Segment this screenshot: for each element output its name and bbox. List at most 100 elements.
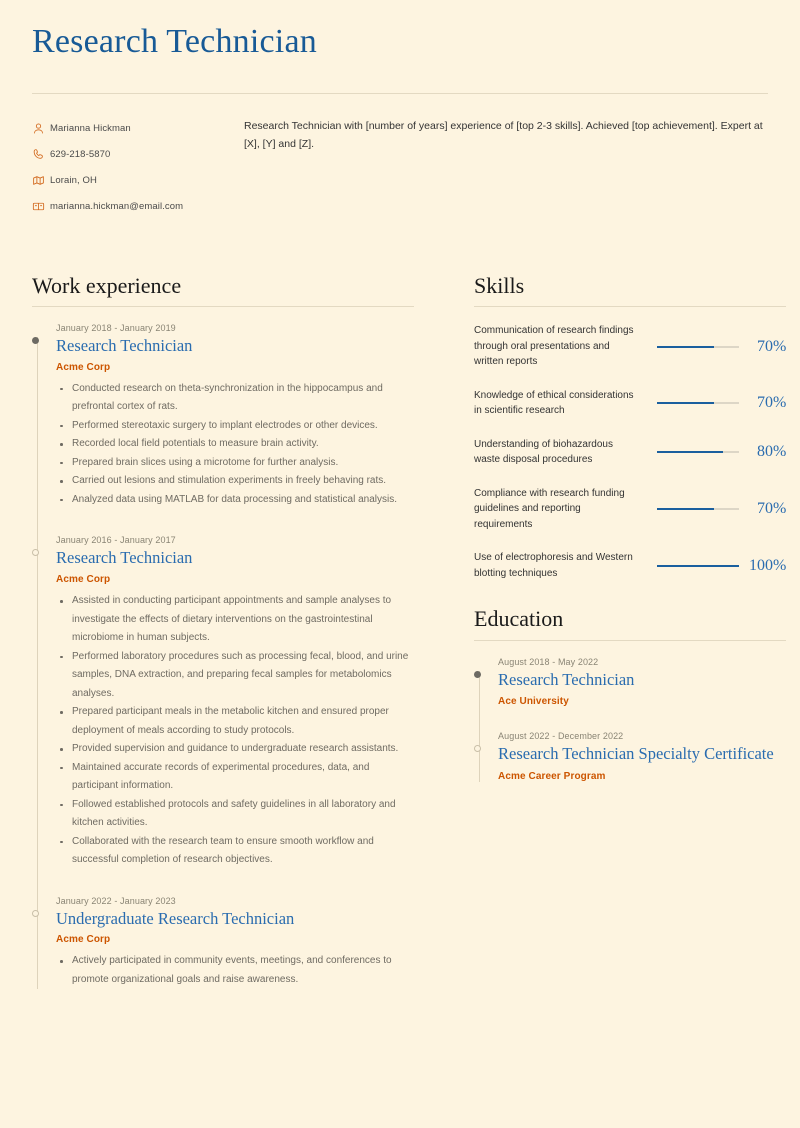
bullet-item: Analyzed data using MATLAB for data proc… bbox=[56, 491, 414, 510]
skill-fill bbox=[657, 345, 715, 348]
skill-fill bbox=[657, 402, 715, 405]
email-icon bbox=[32, 200, 50, 213]
skill-fill bbox=[657, 508, 715, 511]
contact-email-text: marianna.hickman@email.com bbox=[50, 201, 184, 213]
location-icon bbox=[32, 174, 50, 187]
timeline-dot-hollow bbox=[32, 909, 39, 917]
contact-item-email: marianna.hickman@email.com bbox=[32, 194, 212, 220]
work-entry-date: January 2022 - January 2023 bbox=[56, 895, 176, 906]
skill-track bbox=[657, 402, 739, 405]
work-entry-date: January 2018 - January 2019 bbox=[56, 323, 176, 334]
contact-name-text: Marianna Hickman bbox=[50, 123, 131, 135]
education-entry-organization: Ace University bbox=[498, 696, 569, 708]
timeline-dot-filled bbox=[474, 670, 481, 678]
work-entry-organization: Acme Corp bbox=[56, 574, 111, 586]
skills-section: Skills Communication of research finding… bbox=[474, 272, 787, 582]
timeline-dot-filled bbox=[32, 337, 39, 345]
bullet-item: Followed established protocols and safet… bbox=[56, 796, 414, 833]
contact-item-location: Lorain, OH bbox=[32, 168, 212, 194]
skill-row: Understanding of biohazardous waste disp… bbox=[474, 437, 786, 468]
skill-row: Use of electrophoresis and Western blott… bbox=[474, 550, 786, 581]
work-entry: January 2018 - January 2019 Research Tec… bbox=[32, 323, 414, 510]
skill-label: Knowledge of ethical considerations in s… bbox=[474, 389, 634, 417]
skill-meter bbox=[649, 402, 739, 405]
skill-fill bbox=[657, 564, 739, 567]
timeline-dot-hollow bbox=[32, 549, 39, 557]
bullet-item: Collaborated with the research team to e… bbox=[56, 833, 414, 870]
bullet-item: Recorded local field potentials to measu… bbox=[56, 435, 414, 454]
skill-track bbox=[657, 564, 739, 567]
page-title: Research Technician bbox=[32, 23, 317, 60]
skills-list: Communication of research findings throu… bbox=[474, 323, 786, 581]
education-section: Education August 2018 - May 2022 Researc… bbox=[474, 605, 787, 783]
skill-percent: 100% bbox=[749, 556, 787, 574]
skill-meter bbox=[649, 508, 739, 511]
resume-header: Research Technician bbox=[32, 0, 768, 94]
bullet-item: Prepared participant meals in the metabo… bbox=[56, 703, 414, 740]
education-entry-title: Research Technician bbox=[498, 669, 635, 689]
education-entry: August 2018 - May 2022 Research Technici… bbox=[474, 656, 786, 708]
education-entry-date: August 2022 - December 2022 bbox=[498, 731, 624, 742]
education-divider bbox=[474, 639, 787, 641]
contact-location-text: Lorain, OH bbox=[50, 175, 97, 187]
skills-divider bbox=[474, 306, 787, 308]
education-timeline: August 2018 - May 2022 Research Technici… bbox=[474, 656, 786, 783]
summary-text: Research Technician with [number of year… bbox=[244, 119, 763, 151]
skills-heading: Skills bbox=[474, 272, 525, 298]
skill-label: Use of electrophoresis and Western blott… bbox=[474, 552, 633, 579]
skill-fill bbox=[657, 451, 723, 454]
resume-body: Work experience January 2018 - January 2… bbox=[32, 272, 787, 990]
resume-page: Research Technician Marianna Hickman 629… bbox=[0, 0, 800, 1128]
work-entry-organization: Acme Corp bbox=[56, 934, 111, 946]
skill-meter bbox=[649, 345, 739, 348]
work-experience-section: Work experience January 2018 - January 2… bbox=[32, 272, 444, 990]
skill-meter bbox=[649, 451, 739, 454]
skill-row: Compliance with research funding guideli… bbox=[474, 486, 786, 533]
skill-percent: 70% bbox=[757, 337, 787, 355]
timeline-dot-hollow bbox=[474, 745, 481, 753]
work-entry-organization: Acme Corp bbox=[56, 361, 111, 373]
education-entry: August 2022 - December 2022 Research Tec… bbox=[474, 731, 786, 783]
work-entry-bullets: Assisted in conducting participant appoi… bbox=[56, 592, 414, 870]
work-experience-heading: Work experience bbox=[32, 272, 182, 298]
bullet-item: Maintained accurate records of experimen… bbox=[56, 759, 414, 796]
skill-percent: 70% bbox=[757, 500, 787, 518]
skill-meter bbox=[649, 564, 739, 567]
bullet-item: Actively participated in community event… bbox=[56, 952, 414, 989]
skill-row: Knowledge of ethical considerations in s… bbox=[474, 388, 786, 419]
contact-phone-text: 629-218-5870 bbox=[50, 149, 111, 161]
header-divider bbox=[32, 92, 768, 94]
work-entry-bullets: Actively participated in community event… bbox=[56, 952, 414, 989]
work-entry-date: January 2016 - January 2017 bbox=[56, 535, 176, 546]
skill-label: Compliance with research funding guideli… bbox=[474, 487, 625, 530]
sidebar-sections: Skills Communication of research finding… bbox=[444, 272, 787, 989]
bullet-item: Provided supervision and guidance to und… bbox=[56, 740, 414, 759]
work-entry: January 2016 - January 2017 Research Tec… bbox=[32, 535, 414, 870]
person-icon bbox=[32, 122, 50, 135]
work-entry: January 2022 - January 2023 Undergraduat… bbox=[32, 895, 414, 990]
bullet-item: Assisted in conducting participant appoi… bbox=[56, 592, 414, 648]
skill-label: Understanding of biohazardous waste disp… bbox=[474, 438, 613, 466]
skill-percent: 80% bbox=[757, 443, 787, 461]
phone-icon bbox=[32, 148, 50, 161]
education-entry-title: Research Technician Specialty Certificat… bbox=[498, 744, 774, 764]
summary-block: Research Technician with [number of year… bbox=[212, 116, 768, 220]
bullet-item: Performed laboratory procedures such as … bbox=[56, 648, 414, 704]
work-entry-title: Research Technician bbox=[56, 548, 193, 568]
contact-item-phone: 629-218-5870 bbox=[32, 142, 212, 168]
education-heading: Education bbox=[474, 606, 564, 632]
skill-row: Communication of research findings throu… bbox=[474, 323, 786, 370]
bullet-item: Performed stereotaxic surgery to implant… bbox=[56, 417, 414, 436]
skill-percent: 70% bbox=[757, 394, 787, 412]
contact-summary-row: Marianna Hickman 629-218-5870 Lorain, OH… bbox=[32, 116, 768, 220]
skill-label: Communication of research findings throu… bbox=[474, 325, 634, 368]
skill-track bbox=[657, 508, 739, 511]
work-experience-timeline: January 2018 - January 2019 Research Tec… bbox=[32, 323, 414, 990]
work-entry-title: Research Technician bbox=[56, 336, 193, 356]
bullet-item: Prepared brain slices using a microtome … bbox=[56, 454, 414, 473]
contact-list: Marianna Hickman 629-218-5870 Lorain, OH… bbox=[32, 116, 212, 220]
contact-item-name: Marianna Hickman bbox=[32, 116, 212, 142]
education-entry-organization: Acme Career Program bbox=[498, 771, 606, 783]
skill-track bbox=[657, 345, 739, 348]
education-entry-date: August 2018 - May 2022 bbox=[498, 656, 599, 667]
